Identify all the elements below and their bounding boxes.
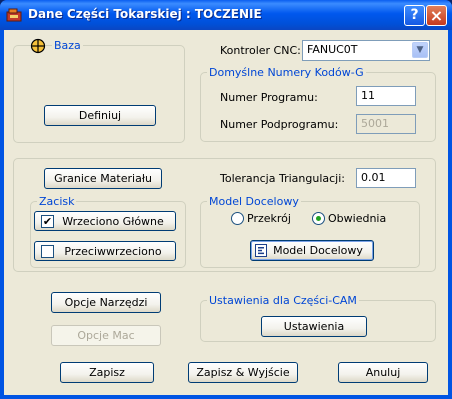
radio-cross-section[interactable]	[231, 212, 244, 225]
mac-options-button: Opcje Mac	[51, 325, 161, 346]
cnc-controller-value: FANUC0T	[307, 43, 358, 56]
app-icon	[6, 8, 22, 22]
triangulation-input[interactable]: 0.01	[356, 168, 416, 188]
gcode-numbers-title: Domyślne Numery Kodów-G	[207, 66, 366, 79]
material-limits-button[interactable]: Granice Materiału	[44, 168, 162, 189]
model-icon	[255, 244, 267, 257]
cnc-controller-select[interactable]: FANUC0T ▼	[302, 40, 430, 61]
main-spindle-checkbox[interactable]: ✔	[41, 215, 54, 228]
counter-spindle-toggle[interactable]: Przeciwwrzeciono	[34, 241, 176, 261]
radio-cross-section-label: Przekrój	[247, 212, 291, 225]
radio-envelope-label: Obwiednia	[328, 212, 387, 225]
cam-settings-title: Ustawienia dla Części-CAM	[207, 294, 359, 307]
close-button[interactable]: ×	[426, 5, 447, 26]
save-exit-button[interactable]: Zapisz & Wyjście	[188, 362, 298, 383]
program-number-label: Numer Programu:	[220, 91, 318, 104]
radio-envelope[interactable]	[312, 212, 325, 225]
title-bar[interactable]: Dane Części Tokarskiej : TOCZENIE ? ×	[0, 0, 452, 30]
counter-spindle-label: Przeciwwrzeciono	[64, 245, 162, 258]
main-spindle-label: Wrzeciono Główne	[62, 215, 164, 228]
cancel-button[interactable]: Anuluj	[338, 362, 428, 383]
subprogram-number-label: Numer Podprogramu:	[220, 118, 339, 131]
save-button[interactable]: Zapisz	[60, 362, 154, 383]
target-model-button-label: Model Docelowy	[273, 244, 363, 257]
crosshair-icon	[30, 38, 46, 54]
chevron-down-icon[interactable]: ▼	[412, 42, 428, 58]
cnc-controller-label: Kontroler CNC:	[220, 44, 301, 57]
base-group	[13, 45, 185, 143]
dialog-window: Dane Części Tokarskiej : TOCZENIE ? × Ba…	[0, 0, 452, 399]
base-group-title: Baza	[52, 39, 83, 52]
subprogram-number-input: 5001	[356, 114, 416, 134]
main-spindle-toggle[interactable]: ✔ Wrzeciono Główne	[34, 211, 176, 231]
tool-options-button[interactable]: Opcje Narzędzi	[51, 292, 161, 313]
settings-button[interactable]: Ustawienia	[261, 316, 367, 337]
window-title: Dane Części Tokarskiej : TOCZENIE	[28, 7, 262, 21]
program-number-input[interactable]: 11	[356, 86, 416, 106]
counter-spindle-checkbox[interactable]	[41, 245, 54, 258]
dialog-client: Baza Definiuj Kontroler CNC: FANUC0T ▼ D…	[4, 30, 448, 395]
define-button[interactable]: Definiuj	[44, 105, 156, 126]
target-model-button[interactable]: Model Docelowy	[250, 240, 374, 261]
target-model-title: Model Docelowy	[207, 195, 301, 208]
triangulation-label: Tolerancja Triangulacji:	[220, 172, 345, 185]
help-button[interactable]: ?	[404, 5, 425, 26]
clamp-group-title: Zacisk	[37, 195, 77, 208]
